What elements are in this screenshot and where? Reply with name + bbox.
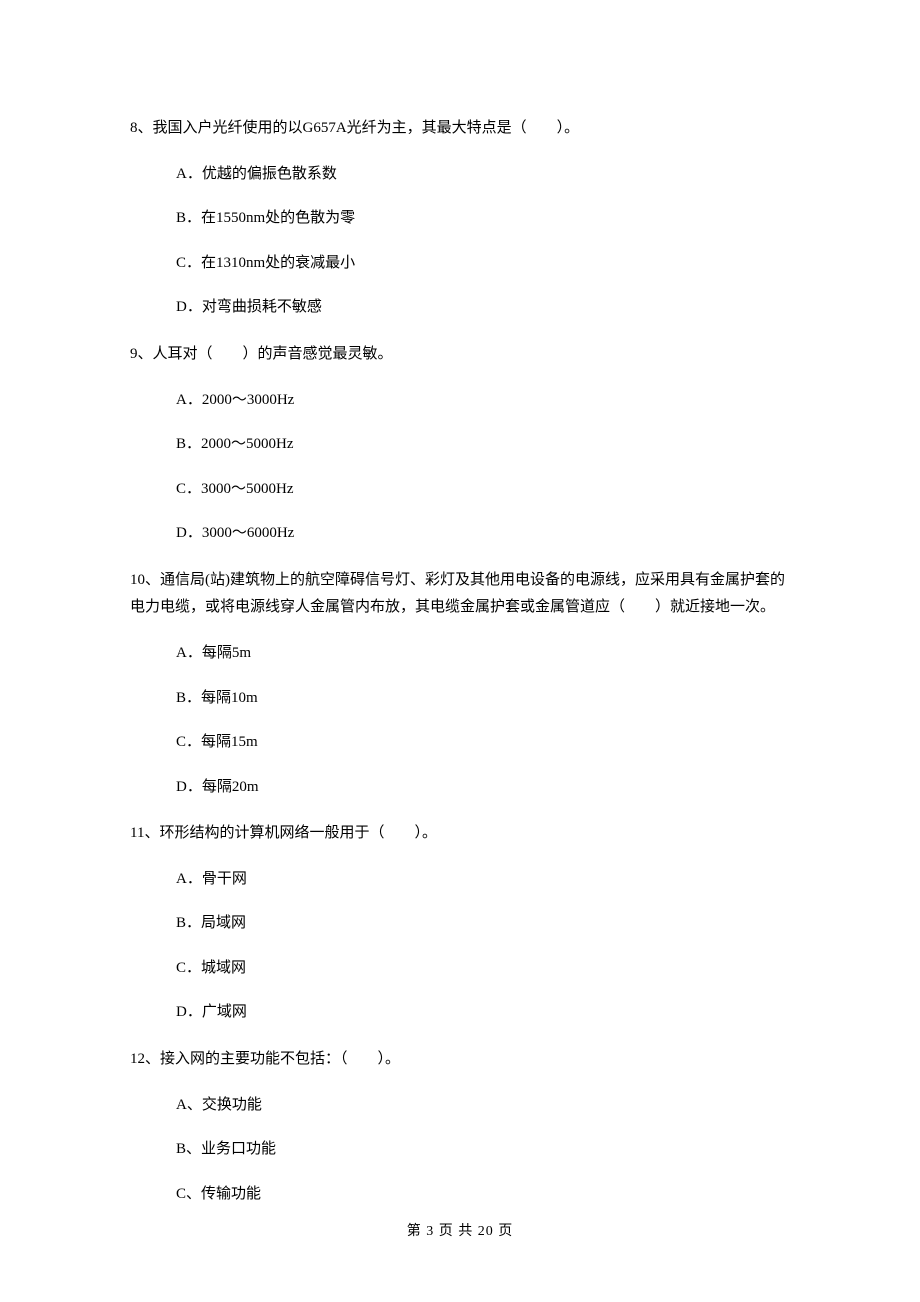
option-b: B．2000～5000Hz [176,433,790,456]
option-b: B．局域网 [176,912,790,935]
option-a: A．优越的偏振色散系数 [176,163,790,186]
question-text: 9、人耳对（ ）的声音感觉最灵敏。 [130,341,790,369]
question-body: 环形结构的计算机网络一般用于（ ）。 [159,825,437,841]
question-text: 8、我国入户光纤使用的以G657A光纤为主，其最大特点是（ ）。 [130,115,790,143]
question-body: 通信局(站)建筑物上的航空障碍信号灯、彩灯及其他用电设备的电源线，应采用具有金属… [130,572,785,616]
question-number: 9、 [130,346,153,362]
page-footer: 第 3 页 共 20 页 [0,1221,920,1242]
question-12: 12、接入网的主要功能不包括：（ ）。 A、交换功能 B、业务口功能 C、传输功… [130,1046,790,1205]
option-b: B．每隔10m [176,687,790,710]
question-body: 人耳对（ ）的声音感觉最灵敏。 [153,346,393,362]
question-number: 11、 [130,825,159,841]
question-text: 10、通信局(站)建筑物上的航空障碍信号灯、彩灯及其他用电设备的电源线，应采用具… [130,567,790,623]
question-number: 10、 [130,572,160,588]
question-10: 10、通信局(站)建筑物上的航空障碍信号灯、彩灯及其他用电设备的电源线，应采用具… [130,567,790,799]
options: A．2000～3000Hz B．2000～5000Hz C．3000～5000H… [130,389,790,545]
page: 8、我国入户光纤使用的以G657A光纤为主，其最大特点是（ ）。 A．优越的偏振… [0,0,920,1302]
question-8: 8、我国入户光纤使用的以G657A光纤为主，其最大特点是（ ）。 A．优越的偏振… [130,115,790,319]
question-text: 12、接入网的主要功能不包括：（ ）。 [130,1046,790,1074]
option-b: B．在1550nm处的色散为零 [176,207,790,230]
options: A．优越的偏振色散系数 B．在1550nm处的色散为零 C．在1310nm处的衰… [130,163,790,319]
question-body: 接入网的主要功能不包括：（ ）。 [160,1051,400,1067]
options: A．每隔5m B．每隔10m C．每隔15m D．每隔20m [130,642,790,798]
option-d: D．3000～6000Hz [176,522,790,545]
options: A．骨干网 B．局域网 C．城域网 D．广域网 [130,868,790,1024]
option-a: A．2000～3000Hz [176,389,790,412]
option-a: A、交换功能 [176,1094,790,1117]
option-d: D．对弯曲损耗不敏感 [176,296,790,319]
option-a: A．每隔5m [176,642,790,665]
option-b: B、业务口功能 [176,1138,790,1161]
question-number: 8、 [130,120,153,136]
option-c: C．在1310nm处的衰减最小 [176,252,790,275]
option-c: C．3000～5000Hz [176,478,790,501]
option-c: C．每隔15m [176,731,790,754]
option-c: C、传输功能 [176,1183,790,1206]
question-9: 9、人耳对（ ）的声音感觉最灵敏。 A．2000～3000Hz B．2000～5… [130,341,790,545]
question-number: 12、 [130,1051,160,1067]
question-body: 我国入户光纤使用的以G657A光纤为主，其最大特点是（ ）。 [153,120,580,136]
option-c: C．城域网 [176,957,790,980]
option-a: A．骨干网 [176,868,790,891]
options: A、交换功能 B、业务口功能 C、传输功能 [130,1094,790,1206]
question-text: 11、环形结构的计算机网络一般用于（ ）。 [130,820,790,848]
option-d: D．广域网 [176,1001,790,1024]
question-11: 11、环形结构的计算机网络一般用于（ ）。 A．骨干网 B．局域网 C．城域网 … [130,820,790,1024]
option-d: D．每隔20m [176,776,790,799]
